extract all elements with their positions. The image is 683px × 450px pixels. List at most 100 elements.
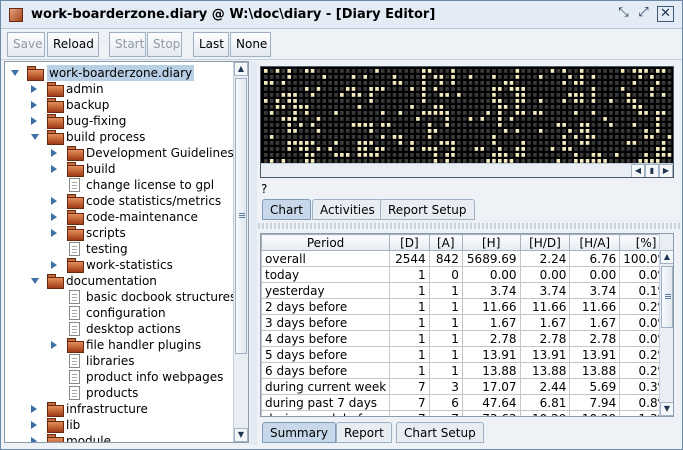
tab-report-setup[interactable]: Report Setup bbox=[380, 199, 475, 220]
table-row[interactable]: yesterday 1 1 3.74 3.74 3.74 0.1% bbox=[261, 282, 673, 299]
tree-item[interactable]: products bbox=[51, 385, 248, 401]
tab-activities[interactable]: Activities bbox=[312, 199, 383, 220]
start-button[interactable]: Start bbox=[109, 32, 146, 57]
tree-item[interactable]: lib bbox=[31, 417, 248, 433]
collapse-toggle-icon[interactable] bbox=[31, 101, 39, 109]
table-row[interactable]: during week before7773.6310.2910.291.3% bbox=[261, 410, 673, 416]
activity-cell bbox=[310, 153, 315, 157]
column-header[interactable]: Period bbox=[261, 234, 391, 251]
tree-item[interactable]: testing bbox=[51, 241, 248, 257]
activity-cell bbox=[427, 117, 432, 121]
reload-button[interactable]: Reload bbox=[47, 32, 99, 57]
tree-item[interactable]: product info webpages bbox=[51, 369, 248, 385]
tree-item[interactable]: Development Guidelines bbox=[51, 145, 248, 161]
collapse-toggle-icon[interactable] bbox=[51, 149, 59, 157]
tree-item[interactable]: work-statistics bbox=[51, 257, 248, 273]
activity-cell bbox=[509, 147, 514, 151]
tree-item[interactable]: desktop actions bbox=[51, 321, 248, 337]
table-scrollbar[interactable]: ▲ ▼ bbox=[659, 234, 673, 416]
save-button[interactable]: Save bbox=[7, 32, 45, 57]
activity-cell bbox=[556, 87, 561, 91]
table-row[interactable]: 5 days before 1 1 13.91 13.91 13.91 0.2% bbox=[261, 346, 673, 363]
activity-cell bbox=[328, 135, 332, 139]
table-row[interactable]: during current week 7 3 17.07 2.44 5.69 0.3% bbox=[261, 378, 673, 395]
tree-scroll-thumb[interactable] bbox=[235, 78, 247, 354]
table-row[interactable]: 3 days before 1 1 1.67 1.67 1.67 0.0% bbox=[261, 314, 673, 331]
scroll-down-icon[interactable]: ▼ bbox=[660, 402, 673, 416]
tab-summary[interactable]: Summary bbox=[262, 422, 336, 443]
collapse-toggle-icon[interactable] bbox=[31, 421, 39, 429]
none-button[interactable]: None bbox=[230, 32, 271, 57]
collapse-toggle-icon[interactable] bbox=[31, 117, 39, 125]
collapse-toggle-icon[interactable] bbox=[31, 405, 39, 413]
scroll-up-icon[interactable]: ▲ bbox=[234, 62, 248, 76]
table-row[interactable]: during past 7 days 7 6 47.64 6.81 7.94 0.8% bbox=[261, 394, 673, 411]
tree-item[interactable]: work-boarderzone.diary bbox=[11, 65, 231, 81]
table-scroll-thumb[interactable] bbox=[661, 266, 673, 328]
collapse-toggle-icon[interactable] bbox=[51, 213, 59, 221]
vertical-splitter[interactable] bbox=[250, 61, 257, 445]
tree-item[interactable]: admin bbox=[31, 81, 248, 97]
tab-report[interactable]: Report bbox=[336, 422, 392, 443]
maximize-icon[interactable]: ⤢ bbox=[635, 6, 652, 22]
restore-icon[interactable]: ⤡ bbox=[615, 6, 632, 22]
activity-cell bbox=[533, 99, 537, 103]
tree-item[interactable]: file handler plugins bbox=[51, 337, 248, 353]
scroll-right-icon[interactable]: ▶ bbox=[659, 164, 673, 177]
column-header[interactable]: [H/D] bbox=[519, 234, 571, 251]
tab-chart-setup[interactable]: Chart Setup bbox=[396, 422, 484, 443]
expand-toggle-icon[interactable] bbox=[31, 277, 39, 285]
tree-item[interactable]: code-maintenance bbox=[51, 209, 248, 225]
stop-button[interactable]: Stop bbox=[147, 32, 182, 57]
table-row[interactable]: 6 days before 1 1 13.88 13.88 13.88 0.2% bbox=[261, 362, 673, 379]
scroll-up-icon[interactable]: ▲ bbox=[660, 250, 673, 264]
scroll-left-icon[interactable]: ◀ bbox=[631, 164, 645, 177]
table-row[interactable]: 2 days before 1 1 11.66 11.66 11.66 0.2% bbox=[261, 298, 673, 315]
column-header[interactable]: [D] bbox=[389, 234, 430, 251]
horizontal-splitter[interactable] bbox=[258, 223, 680, 229]
collapse-toggle-icon[interactable] bbox=[51, 165, 59, 173]
tree-item[interactable]: documentation bbox=[31, 273, 248, 289]
scroll-thumb-icon[interactable]: ▮ bbox=[645, 164, 659, 177]
tab-chart[interactable]: Chart bbox=[262, 199, 311, 220]
tree-item[interactable]: backup bbox=[31, 97, 248, 113]
tree-item[interactable]: build process bbox=[31, 129, 248, 145]
last-button[interactable]: Last bbox=[193, 32, 229, 57]
column-header[interactable]: [A] bbox=[428, 234, 463, 251]
table-row[interactable]: today 1 0 0.00 0.00 0.00 0.0% bbox=[261, 266, 673, 283]
tree-item[interactable]: change license to gpl bbox=[51, 177, 248, 193]
tree-item[interactable]: build bbox=[51, 161, 248, 177]
collapse-toggle-icon[interactable] bbox=[31, 437, 39, 442]
diary-tree[interactable]: work-boarderzone.diary admin backup bug-fix… bbox=[4, 61, 249, 443]
table-row[interactable]: 4 days before 1 1 2.78 2.78 2.78 0.0% bbox=[261, 330, 673, 347]
activity-cell bbox=[550, 99, 555, 103]
expand-toggle-icon[interactable] bbox=[11, 69, 19, 77]
tree-item[interactable]: module bbox=[31, 433, 248, 442]
activity-cell bbox=[445, 69, 449, 73]
activity-cell bbox=[322, 129, 327, 133]
activity-cell bbox=[620, 117, 625, 121]
tree-item[interactable]: configuration bbox=[51, 305, 248, 321]
close-icon[interactable]: ✕ bbox=[657, 6, 674, 22]
tree-item[interactable]: bug-fixing bbox=[31, 113, 248, 129]
collapse-toggle-icon[interactable] bbox=[51, 261, 59, 269]
tree-item[interactable]: infrastructure bbox=[31, 401, 248, 417]
tree-scrollbar[interactable]: ▲ ▼ bbox=[233, 62, 248, 442]
expand-toggle-icon[interactable] bbox=[31, 133, 39, 141]
tree-item[interactable]: scripts bbox=[51, 225, 248, 241]
collapse-toggle-icon[interactable] bbox=[31, 85, 39, 93]
tree-item[interactable]: code statistics/metrics bbox=[51, 193, 248, 209]
collapse-toggle-icon[interactable] bbox=[51, 229, 59, 237]
scroll-down-icon[interactable]: ▼ bbox=[234, 428, 248, 442]
tree-item[interactable]: libraries bbox=[51, 353, 248, 369]
chart-scrollbar[interactable]: ◀ ▮ ▶ bbox=[261, 163, 673, 177]
tree-item[interactable]: basic docbook structures bbox=[51, 289, 248, 305]
table-row[interactable]: overall 2544 842 5689.69 2.24 6.76 100.0% bbox=[261, 250, 673, 267]
activity-cell bbox=[392, 129, 397, 133]
column-header[interactable]: [H] bbox=[461, 234, 521, 251]
activity-cell bbox=[650, 93, 654, 97]
collapse-toggle-icon[interactable] bbox=[51, 341, 59, 349]
collapse-toggle-icon[interactable] bbox=[51, 197, 59, 205]
activity-cell bbox=[404, 153, 408, 157]
column-header[interactable]: [H/A] bbox=[569, 234, 621, 251]
